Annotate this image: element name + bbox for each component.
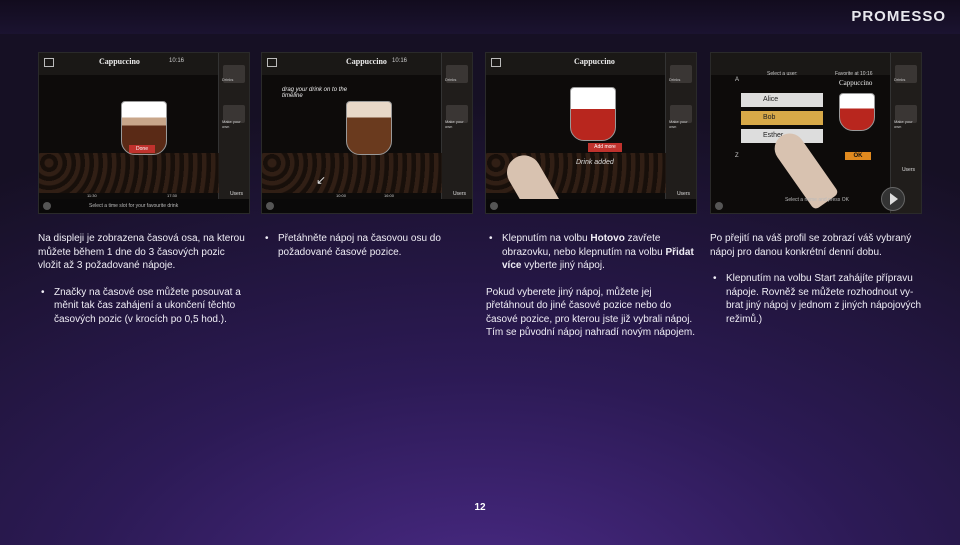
screen-footer: Select a time slot for your favourite dr… <box>39 199 249 213</box>
bullet-item: Přetáhněte nápoj na časovou osu do požad… <box>262 232 462 259</box>
info-icon <box>266 202 274 210</box>
cup-image <box>839 93 875 131</box>
coffee-beans-image <box>39 153 219 193</box>
home-icon <box>491 58 501 67</box>
users-label: Users <box>452 191 466 197</box>
bullet-item: Klepnutím na volbu Hotovo zavřete obrazo… <box>486 232 696 273</box>
drinks-label: Drinks <box>445 77 457 82</box>
paragraph: Pokud vyberete jiný nápoj, můžete jej př… <box>486 286 696 339</box>
time-label: 11:30 <box>87 193 97 198</box>
ok-button: OK <box>845 152 871 160</box>
home-icon <box>44 58 54 67</box>
screen-footer <box>486 199 696 213</box>
column-2: Přetáhněte nápoj na časovou osu do požad… <box>262 232 462 259</box>
drink-added-text: Drink added <box>576 159 614 166</box>
add-more-button: Add more <box>588 143 622 152</box>
bullet-item: Klepnutím na volbu Start zahájíte přípra… <box>710 272 922 326</box>
users-label: Users <box>901 167 915 173</box>
screenshot-user-select: Select a user: Favorite at 10:16 Cappucc… <box>710 52 922 214</box>
drag-instruction: drag your drink on to the timeline <box>282 87 348 99</box>
time-label: 10:00 <box>336 193 347 198</box>
alphabet-start: A <box>735 77 740 83</box>
hint-text: Select a name and press OK <box>785 197 849 203</box>
screen-title: Cappuccino <box>346 57 387 66</box>
hint-text: Select a time slot for your favourite dr… <box>89 203 179 209</box>
column-4: Po přejití na váš profil se zobrazí váš … <box>710 232 922 326</box>
cup-image <box>570 87 616 141</box>
alphabet-end: Z <box>735 153 739 159</box>
users-label: Users <box>676 191 690 197</box>
done-button: Done <box>129 145 155 153</box>
drinks-label: Drinks <box>669 77 681 82</box>
screenshot-timeline: Cappuccino 10:16 Drinks Make your own Do… <box>38 52 250 214</box>
info-icon <box>43 202 51 210</box>
users-label: Users <box>229 191 243 197</box>
arrow-icon: ↙ <box>316 173 327 187</box>
info-icon <box>715 202 723 210</box>
bullet-item: Značky na časové ose můžete posouvat a m… <box>38 286 250 327</box>
screen-footer: Select a name and press OK <box>711 197 921 213</box>
screenshot-drag: Cappuccino 10:16 Drinks Make your own dr… <box>261 52 473 214</box>
screen-footer <box>262 199 472 213</box>
page-number: 12 <box>474 502 486 513</box>
screen-title: Cappuccino <box>574 57 615 66</box>
cup-image <box>346 101 392 155</box>
text-run: Klepnutím na volbu <box>502 233 591 244</box>
top-bar: PROMESSO <box>0 0 960 34</box>
time-label: 16:00 <box>384 193 395 198</box>
coffee-beans-image <box>262 153 442 193</box>
text-run: vyberte jiný nápoj. <box>521 260 605 271</box>
make-own-label: Make your own <box>222 119 241 129</box>
info-icon <box>490 202 498 210</box>
side-panel: Drinks Make your own <box>218 53 249 213</box>
make-own-label: Make your own <box>445 119 464 129</box>
bold-run: Hotovo <box>590 233 625 244</box>
favorite-label: Favorite at 10:16 <box>835 71 873 77</box>
favorite-drink: Cappuccino <box>839 79 873 87</box>
home-icon <box>267 58 277 67</box>
brand-logo: PROMESSO <box>851 8 946 25</box>
column-3: Klepnutím na volbu Hotovo zavřete obrazo… <box>486 232 696 340</box>
paragraph: Po přejití na váš profil se zobrazí váš … <box>710 233 912 258</box>
drinks-label: Drinks <box>222 77 234 82</box>
select-user-label: Select a user: <box>767 71 798 77</box>
side-panel: Drinks Make your own <box>441 53 472 213</box>
user-row: Bob <box>741 111 823 125</box>
screen-time: 10:16 <box>392 58 408 64</box>
screen-time: 10:16 <box>169 58 185 64</box>
make-own-label: Make your own <box>669 119 688 129</box>
screenshot-drink-added: Cappuccino Drinks Make your own Add more… <box>485 52 697 214</box>
drinks-label: Drinks <box>894 77 906 82</box>
make-own-label: Make your own <box>894 119 913 129</box>
time-label: 17:30 <box>167 193 178 198</box>
screen-title: Cappuccino <box>99 57 140 66</box>
user-row: Alice <box>741 93 823 107</box>
paragraph: Na displeji je zobrazena časová osa, na … <box>38 233 245 271</box>
side-panel: Drinks Make your own <box>665 53 696 213</box>
column-1: Na displeji je zobrazena časová osa, na … <box>38 232 250 326</box>
